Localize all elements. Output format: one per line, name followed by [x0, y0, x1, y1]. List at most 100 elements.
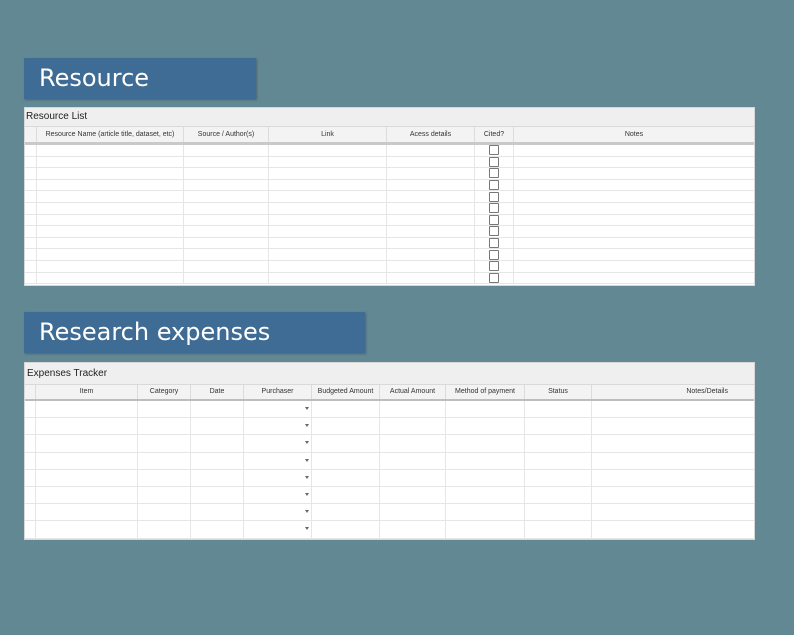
- table-cell[interactable]: [312, 504, 380, 521]
- table-cell[interactable]: [592, 401, 754, 417]
- table-cell[interactable]: [312, 521, 380, 538]
- table-cell[interactable]: [37, 260, 184, 272]
- column-header-purchaser[interactable]: Purchaser: [244, 385, 312, 399]
- table-cell[interactable]: [475, 237, 514, 249]
- table-cell[interactable]: [475, 202, 514, 214]
- checkbox-icon[interactable]: [489, 249, 499, 260]
- table-cell[interactable]: [475, 214, 514, 226]
- table-cell[interactable]: [36, 469, 138, 486]
- table-cell[interactable]: [380, 435, 446, 452]
- table-cell[interactable]: [514, 157, 754, 168]
- table-cell[interactable]: [380, 504, 446, 521]
- table-cell[interactable]: [36, 418, 138, 435]
- column-header-resource-name[interactable]: Resource Name (article title, dataset, e…: [37, 127, 184, 142]
- column-header-date[interactable]: Date: [191, 385, 244, 399]
- table-cell[interactable]: [592, 418, 754, 434]
- table-cell[interactable]: [312, 401, 380, 418]
- dropdown-arrow-icon[interactable]: [305, 424, 309, 428]
- table-cell[interactable]: [269, 249, 387, 260]
- column-header-item[interactable]: Item: [36, 385, 138, 399]
- dropdown-arrow-icon[interactable]: [305, 458, 309, 462]
- table-cell[interactable]: [387, 191, 475, 202]
- column-header-method-of-payment[interactable]: Method of payment: [446, 385, 525, 399]
- table-cell[interactable]: [191, 452, 244, 469]
- table-cell[interactable]: [475, 191, 514, 202]
- table-cell[interactable]: [36, 486, 138, 504]
- table-cell[interactable]: [525, 521, 592, 538]
- table-cell[interactable]: [446, 486, 525, 504]
- table-cell[interactable]: [269, 168, 387, 179]
- table-cell[interactable]: [244, 435, 312, 452]
- table-cell[interactable]: [37, 214, 184, 226]
- column-header-cited[interactable]: Cited?: [475, 127, 514, 142]
- table-cell[interactable]: [138, 486, 191, 504]
- table-cell[interactable]: [387, 249, 475, 260]
- table-cell[interactable]: [269, 214, 387, 226]
- checkbox-icon[interactable]: [489, 261, 499, 272]
- table-cell[interactable]: [37, 168, 184, 179]
- table-cell[interactable]: [37, 156, 184, 168]
- column-header-link[interactable]: Link: [269, 127, 387, 142]
- table-cell[interactable]: [138, 452, 191, 469]
- column-header-budgeted-amount[interactable]: Budgeted Amount: [312, 385, 380, 399]
- dropdown-arrow-icon[interactable]: [305, 441, 309, 445]
- table-cell[interactable]: [191, 401, 244, 418]
- table-cell[interactable]: [514, 203, 754, 214]
- checkbox-icon[interactable]: [489, 226, 499, 237]
- table-cell[interactable]: [184, 272, 269, 284]
- table-cell[interactable]: [37, 202, 184, 214]
- table-cell[interactable]: [475, 156, 514, 168]
- table-cell[interactable]: [446, 401, 525, 418]
- table-cell[interactable]: [387, 237, 475, 249]
- table-cell[interactable]: [387, 214, 475, 226]
- table-cell[interactable]: [191, 504, 244, 521]
- table-cell[interactable]: [138, 521, 191, 538]
- column-header-access-details[interactable]: Acess details: [387, 127, 475, 142]
- table-cell[interactable]: [244, 401, 312, 418]
- table-cell[interactable]: [138, 435, 191, 452]
- table-cell[interactable]: [312, 418, 380, 435]
- table-cell[interactable]: [269, 237, 387, 249]
- table-cell[interactable]: [269, 145, 387, 156]
- table-cell[interactable]: [475, 226, 514, 237]
- table-cell[interactable]: [475, 179, 514, 191]
- table-cell[interactable]: [475, 145, 514, 156]
- table-cell[interactable]: [191, 486, 244, 504]
- table-cell[interactable]: [244, 469, 312, 486]
- column-header-source-author[interactable]: Source / Author(s): [184, 127, 269, 142]
- table-cell[interactable]: [191, 469, 244, 486]
- table-cell[interactable]: [244, 504, 312, 521]
- table-cell[interactable]: [269, 226, 387, 237]
- checkbox-icon[interactable]: [489, 145, 499, 156]
- table-cell[interactable]: [269, 191, 387, 202]
- table-cell[interactable]: [592, 521, 754, 537]
- checkbox-icon[interactable]: [489, 191, 499, 202]
- table-cell[interactable]: [184, 202, 269, 214]
- table-cell[interactable]: [244, 521, 312, 538]
- table-cell[interactable]: [312, 435, 380, 452]
- table-cell[interactable]: [525, 469, 592, 486]
- table-cell[interactable]: [514, 145, 754, 156]
- table-cell[interactable]: [138, 418, 191, 435]
- table-cell[interactable]: [37, 145, 184, 156]
- table-cell[interactable]: [387, 202, 475, 214]
- table-cell[interactable]: [514, 249, 754, 260]
- table-cell[interactable]: [525, 452, 592, 469]
- table-cell[interactable]: [446, 435, 525, 452]
- table-cell[interactable]: [446, 452, 525, 469]
- table-cell[interactable]: [592, 470, 754, 486]
- table-cell[interactable]: [525, 486, 592, 504]
- table-cell[interactable]: [37, 226, 184, 237]
- dropdown-arrow-icon[interactable]: [305, 510, 309, 514]
- table-cell[interactable]: [36, 521, 138, 538]
- table-cell[interactable]: [184, 249, 269, 260]
- table-cell[interactable]: [244, 452, 312, 469]
- column-header-category[interactable]: Category: [138, 385, 191, 399]
- table-cell[interactable]: [380, 486, 446, 504]
- table-cell[interactable]: [387, 260, 475, 272]
- table-cell[interactable]: [36, 401, 138, 418]
- checkbox-icon[interactable]: [489, 203, 499, 214]
- table-cell[interactable]: [380, 469, 446, 486]
- table-cell[interactable]: [269, 156, 387, 168]
- checkbox-icon[interactable]: [489, 168, 499, 179]
